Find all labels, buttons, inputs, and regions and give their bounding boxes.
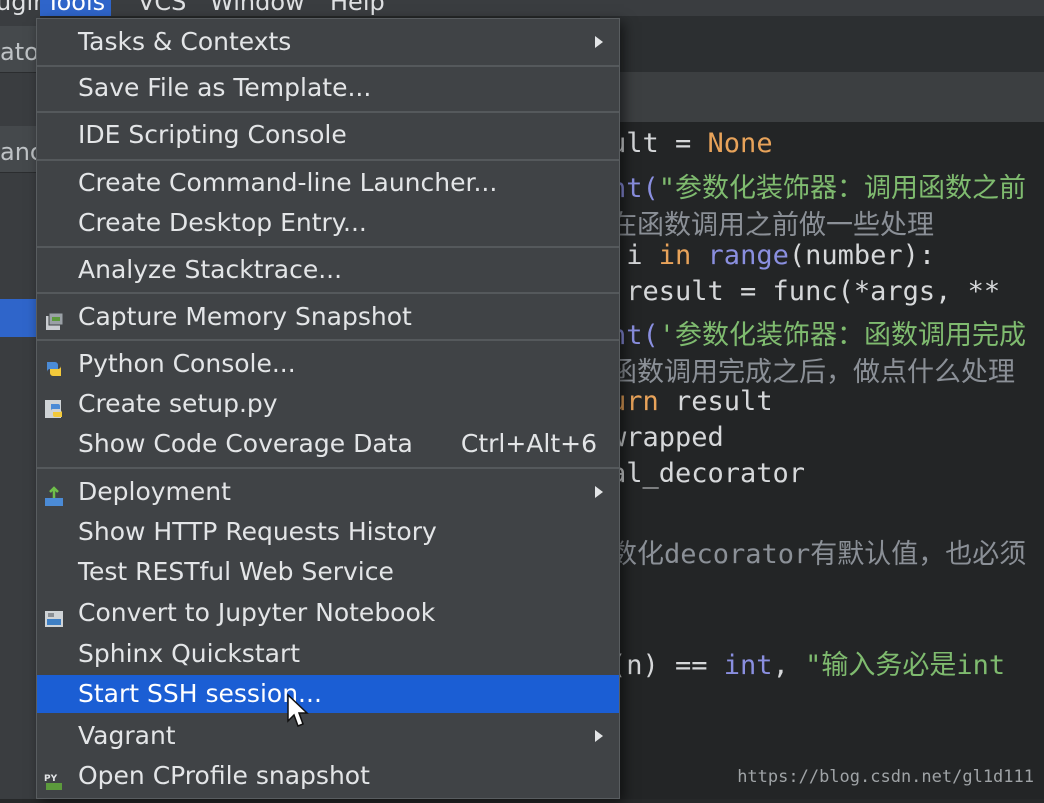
left-tab-label-2: anc [0, 138, 40, 166]
jupyter-icon [43, 602, 65, 627]
svg-text:PY: PY [44, 774, 58, 784]
menu-item-deployment[interactable]: Deployment [37, 473, 619, 511]
menu-separator [37, 292, 619, 294]
menu-tools[interactable]: Tools [40, 0, 112, 16]
left-selected-row[interactable] [0, 299, 40, 337]
menu-separator [37, 159, 619, 161]
code-line: al_decorator [610, 458, 806, 489]
code-line: wrapped [610, 422, 724, 453]
menu-item-label: Test RESTful Web Service [78, 557, 394, 586]
code-line: urn result [610, 386, 773, 417]
code-line: nt("参数化装饰器：调用函数之前 [610, 173, 1027, 204]
menu-item-label: Create setup.py [78, 389, 278, 418]
mouse-cursor-icon [287, 693, 309, 727]
menu-item-label: Analyze Stacktrace... [78, 255, 343, 284]
menu-item-save-template[interactable]: Save File as Template... [37, 69, 619, 107]
menu-item-tasks-contexts[interactable]: Tasks & Contexts [37, 23, 619, 61]
menu-vcs[interactable]: VCS [132, 0, 192, 16]
code-line: nt('参数化装饰器：函数调用完成 [610, 320, 1027, 351]
menu-item-command-line-launcher[interactable]: Create Command-line Launcher... [37, 164, 619, 202]
submenu-arrow-icon [595, 486, 603, 498]
menu-item-analyze-stacktrace[interactable]: Analyze Stacktrace... [37, 251, 619, 289]
menu-item-start-ssh-session[interactable]: Start SSH session... [37, 675, 619, 713]
menu-item-label: Python Console... [78, 349, 296, 378]
watermark-url: https://blog.csdn.net/gl1d111 [737, 767, 1034, 787]
menu-item-test-restful[interactable]: Test RESTful Web Service [37, 553, 619, 591]
menu-item-label: Tasks & Contexts [78, 27, 292, 56]
menu-window[interactable]: Window [204, 0, 311, 16]
code-line: ult = None [610, 128, 773, 159]
menu-item-label: Vagrant [78, 721, 176, 750]
code-line: i in range(number): [610, 240, 936, 271]
code-line: (n) == int, "输入务必是int [610, 650, 1006, 681]
menu-item-label: Show Code Coverage Data [78, 429, 413, 458]
menu-separator [37, 65, 619, 67]
menu-bar: ugin Tools VCS Window Help [0, 0, 1044, 16]
menu-item-label: Show HTTP Requests History [78, 517, 437, 546]
menu-item-capture-memory-snapshot[interactable]: Capture Memory Snapshot [37, 298, 619, 336]
menu-item-open-cprofile[interactable]: PY Open CProfile snapshot [37, 757, 619, 795]
submenu-arrow-icon [595, 36, 603, 48]
menu-item-create-setup-py[interactable]: Create setup.py [37, 385, 619, 423]
menu-item-label: Open CProfile snapshot [78, 761, 370, 790]
cprofile-icon: PY [43, 765, 65, 790]
menu-separator [37, 246, 619, 248]
menu-item-http-requests-history[interactable]: Show HTTP Requests History [37, 513, 619, 551]
menu-separator [37, 467, 619, 469]
code-line: 在函数调用之前做一些处理 [610, 210, 934, 241]
editor-header [600, 72, 1044, 122]
python-setup-icon [43, 393, 65, 418]
menu-item-label: Deployment [78, 477, 231, 506]
menu-item-label: IDE Scripting Console [78, 120, 347, 149]
tools-menu-dropdown: Tasks & Contexts Save File as Template..… [36, 18, 620, 799]
deployment-icon [43, 481, 65, 506]
menu-item-desktop-entry[interactable]: Create Desktop Entry... [37, 204, 619, 242]
menu-item-label: Convert to Jupyter Notebook [78, 598, 436, 627]
menu-item-convert-jupyter[interactable]: Convert to Jupyter Notebook [37, 594, 619, 632]
menu-item-label: Save File as Template... [78, 73, 372, 102]
menu-item-show-code-coverage[interactable]: Show Code Coverage Data Ctrl+Alt+6 [37, 425, 619, 463]
menu-item-shortcut: Ctrl+Alt+6 [460, 429, 597, 458]
menu-help[interactable]: Help [324, 0, 391, 16]
menu-item-python-console[interactable]: Python Console... [37, 345, 619, 383]
menu-item-label: Create Command-line Launcher... [78, 168, 498, 197]
menu-item-label: Capture Memory Snapshot [78, 302, 412, 331]
menu-separator [37, 339, 619, 341]
left-tab-label-1: ator [0, 38, 40, 66]
left-tool-strip: ator anc [0, 16, 40, 799]
code-line: 数化decorator有默认值，也必须 [610, 539, 1027, 570]
editor-tab-strip [600, 16, 1044, 72]
python-icon [43, 353, 65, 376]
code-line: result = func(*args, ** [610, 276, 1001, 307]
menu-separator [37, 111, 619, 113]
memory-snapshot-icon [43, 306, 65, 330]
menu-item-sphinx-quickstart[interactable]: Sphinx Quickstart [37, 635, 619, 673]
menu-item-label: Sphinx Quickstart [78, 639, 301, 668]
submenu-arrow-icon [595, 730, 603, 742]
menu-item-vagrant[interactable]: Vagrant [37, 717, 619, 755]
menu-item-label: Create Desktop Entry... [78, 208, 367, 237]
menu-item-ide-scripting-console[interactable]: IDE Scripting Console [37, 116, 619, 154]
code-line: 函数调用完成之后，做点什么处理 [610, 357, 1015, 388]
